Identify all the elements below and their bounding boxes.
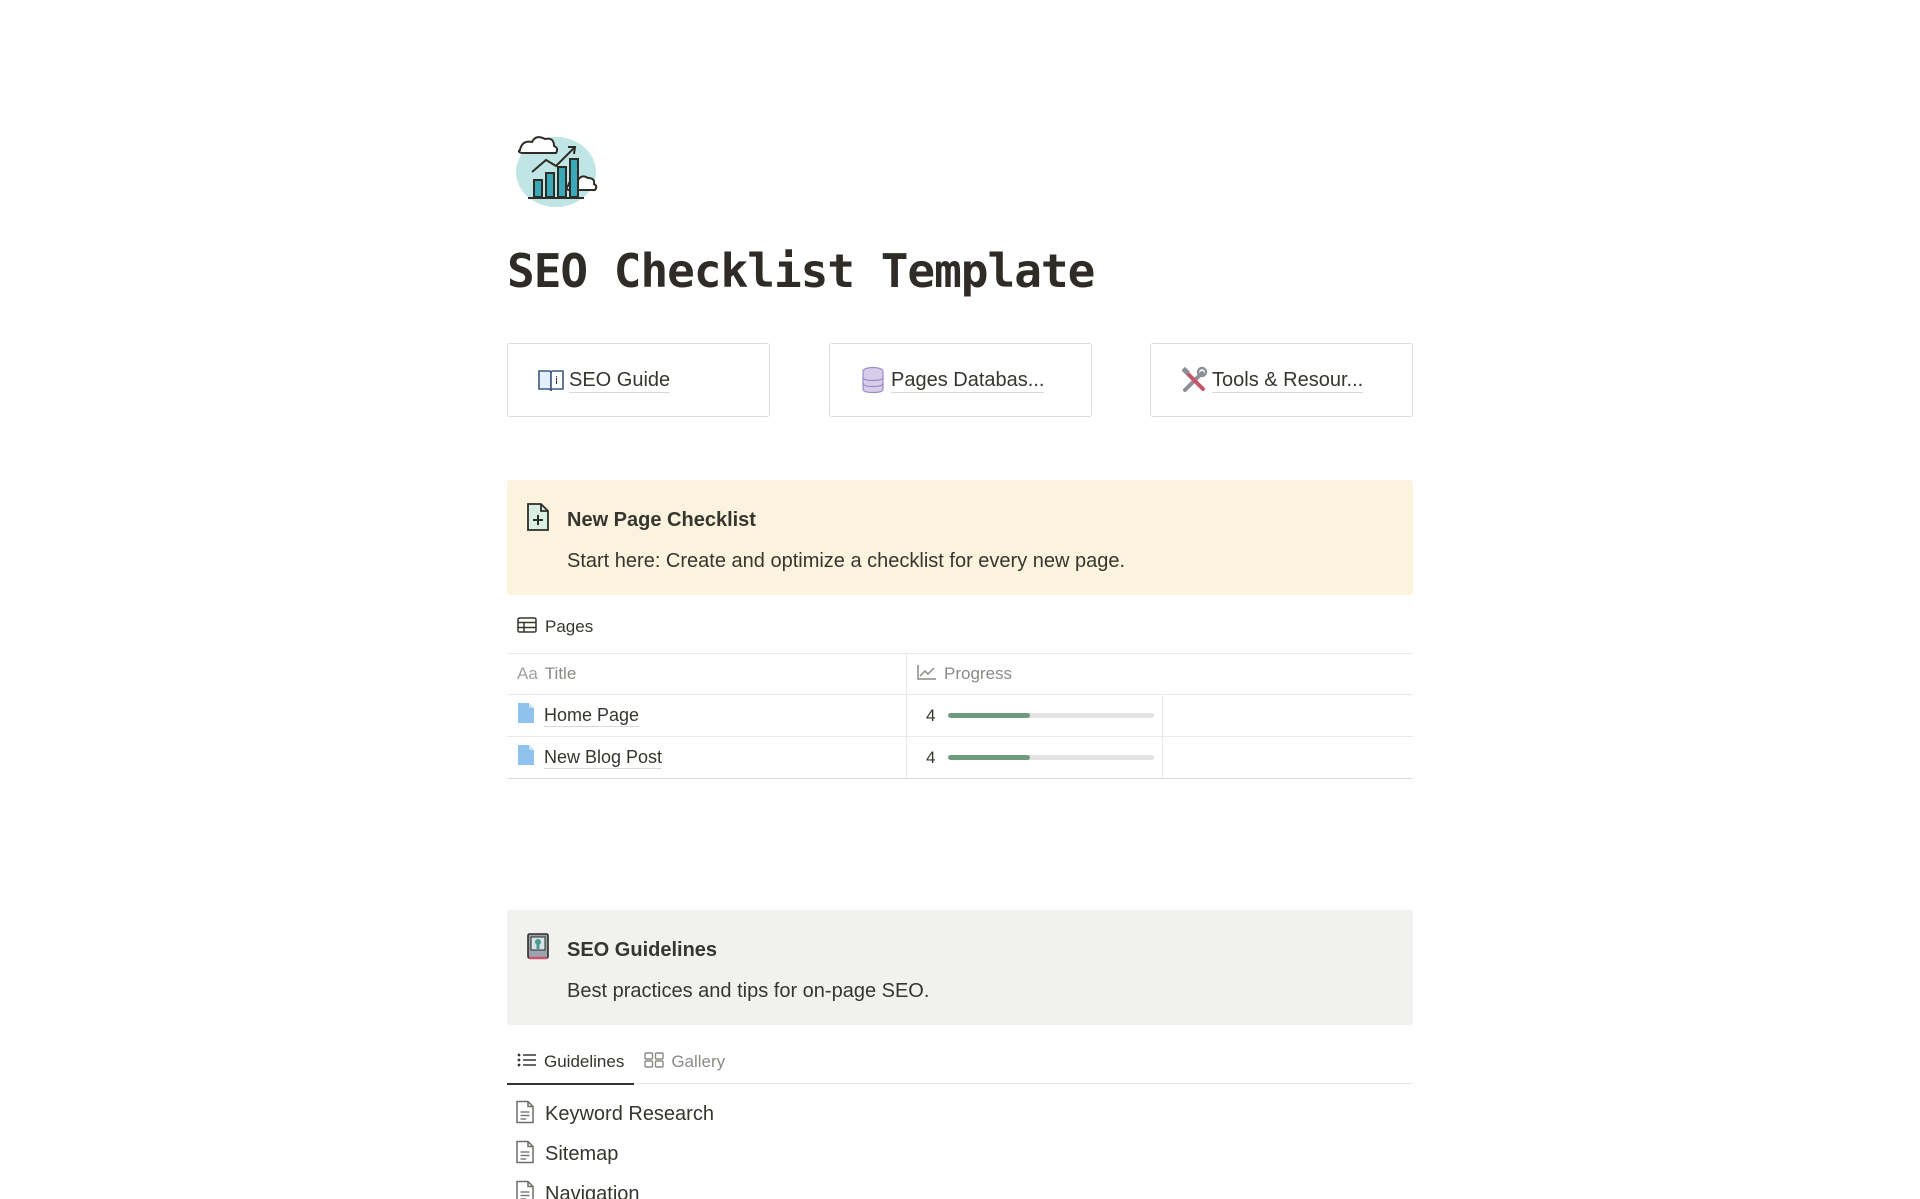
cell-progress[interactable]: 4 [907, 737, 1163, 778]
table-header-row: Aa Title Progress [507, 653, 1413, 695]
tab-label: Gallery [671, 1052, 726, 1071]
link-card-tools-resources[interactable]: Tools & Resour... [1150, 343, 1413, 417]
list-item[interactable]: Sitemap [507, 1134, 1413, 1174]
pages-table: Aa Title Progress Home Page 4 New Blog P… [507, 653, 1413, 779]
progress-bar-fill [948, 713, 1031, 718]
list-item-label: Sitemap [545, 1142, 619, 1165]
cell-title[interactable]: Home Page [507, 695, 907, 736]
trend-chart-icon [917, 664, 937, 685]
page-add-icon [525, 502, 553, 532]
guidelines-view-tabs: Guidelines Gallery [507, 1040, 1413, 1085]
tab-label: Guidelines [544, 1052, 625, 1071]
table-icon [517, 616, 545, 638]
guidelines-list: Keyword Research Sitemap Navigation [507, 1094, 1413, 1199]
column-header-empty [1163, 654, 1413, 694]
view-tab-label: Pages [545, 617, 594, 636]
view-tab-pages[interactable]: Pages [507, 616, 594, 638]
new-page-checklist-callout: New Page Checklist Start here: Create an… [507, 480, 1413, 595]
page-title: SEO Checklist Template [507, 244, 1095, 298]
blue-page-icon [517, 744, 535, 771]
link-cards: i SEO Guide Pages Databas... Tools & Res… [507, 343, 1413, 417]
document-icon [515, 1100, 535, 1129]
column-header-label: Title [544, 664, 577, 683]
document-icon [515, 1180, 535, 1199]
list-icon [517, 1052, 544, 1073]
column-header-title[interactable]: Aa Title [507, 654, 907, 694]
link-card-label: Pages Databas... [891, 368, 1045, 393]
guidebook-icon [525, 932, 553, 962]
document-icon [515, 1140, 535, 1169]
tab-gallery[interactable]: Gallery [634, 1040, 735, 1084]
seo-guidelines-callout: SEO Guidelines Best practices and tips f… [507, 910, 1413, 1025]
bar-chart-with-clouds-icon[interactable] [510, 128, 602, 212]
link-card-seo-guide[interactable]: i SEO Guide [507, 343, 770, 417]
column-header-progress[interactable]: Progress [907, 654, 1163, 694]
callout-title: SEO Guidelines [567, 939, 718, 961]
cell-title[interactable]: New Blog Post [507, 737, 907, 778]
progress-bar-fill [948, 755, 1031, 760]
link-card-pages-database[interactable]: Pages Databas... [829, 343, 1092, 417]
blue-page-icon [517, 702, 535, 729]
progress-bar [948, 755, 1154, 760]
list-item-label: Keyword Research [545, 1102, 714, 1125]
cell-progress[interactable]: 4 [907, 695, 1163, 736]
tab-guidelines[interactable]: Guidelines [507, 1040, 635, 1085]
row-title[interactable]: Home Page [544, 705, 640, 727]
svg-text:i: i [555, 374, 558, 387]
database-icon [859, 366, 887, 394]
tools-icon [1180, 366, 1208, 394]
cell-empty [1163, 695, 1413, 736]
gallery-icon [644, 1051, 671, 1073]
callout-text: Start here: Create and optimize a checkl… [567, 550, 1126, 572]
cell-empty [1163, 737, 1413, 778]
open-book-icon: i [537, 366, 565, 394]
list-item[interactable]: Navigation [507, 1174, 1413, 1199]
link-card-label: SEO Guide [569, 368, 671, 393]
pages-database-header: Pages [507, 612, 593, 642]
progress-value: 4 [926, 705, 936, 725]
list-item[interactable]: Keyword Research [507, 1094, 1413, 1134]
text-property-icon: Aa [517, 664, 538, 683]
row-title[interactable]: New Blog Post [544, 747, 663, 769]
table-row[interactable]: Home Page 4 [507, 695, 1413, 737]
progress-bar [948, 713, 1154, 718]
column-header-label: Progress [944, 664, 1013, 683]
progress-value: 4 [926, 747, 936, 767]
list-item-label: Navigation [545, 1182, 640, 1199]
table-row[interactable]: New Blog Post 4 [507, 737, 1413, 779]
link-card-label: Tools & Resour... [1212, 368, 1364, 393]
callout-title: New Page Checklist [567, 509, 756, 531]
callout-text: Best practices and tips for on-page SEO. [567, 980, 930, 1002]
page-content: SEO Checklist Template i SEO Guide Pages… [507, 0, 1413, 1199]
